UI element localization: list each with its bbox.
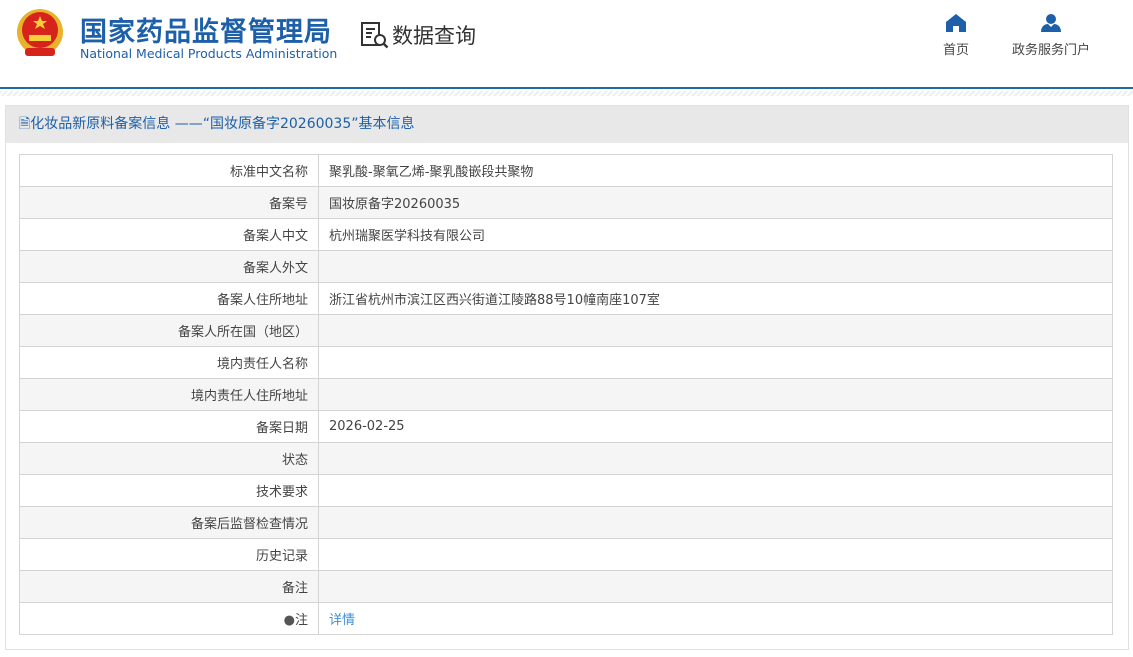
field-value: 杭州瑞聚医学科技有限公司 xyxy=(318,218,1113,251)
data-query-text: 数据查询 xyxy=(392,24,476,48)
field-label: 历史记录 xyxy=(19,538,319,571)
field-label: 标准中文名称 xyxy=(19,154,319,187)
nav-home-label: 首页 xyxy=(943,43,970,58)
nav-service-portal[interactable]: 政务服务门户 xyxy=(1012,14,1090,58)
field-label: 备案日期 xyxy=(19,410,319,443)
data-query-label: 数据查询 xyxy=(360,20,476,50)
field-value xyxy=(318,442,1113,475)
field-label: 备案人所在国（地区） xyxy=(19,314,319,347)
info-table: 标准中文名称 聚乳酸-聚氧乙烯-聚乳酸嵌段共聚物 备案号 国妆原备字20260035 备… xyxy=(19,154,1113,635)
table-row: 备案人外文 xyxy=(19,250,1113,283)
national-emblem-icon xyxy=(17,9,63,56)
table-row: 备案号 国妆原备字20260035 xyxy=(19,186,1113,219)
user-icon xyxy=(1041,14,1061,32)
field-label: 备案人外文 xyxy=(19,250,319,283)
table-row-note: ●注 详情 xyxy=(19,602,1113,635)
field-value xyxy=(318,570,1113,603)
field-label: 状态 xyxy=(19,442,319,475)
panel-title-text: 化妆品新原料备案信息 ——“国妆原备字20260035”基本信息 xyxy=(30,116,415,132)
field-value xyxy=(318,474,1113,507)
detail-panel: 🗎化妆品新原料备案信息 ——“国妆原备字20260035”基本信息 标准中文名称… xyxy=(5,105,1129,650)
field-label: 境内责任人名称 xyxy=(19,346,319,379)
field-label: 备案后监督检查情况 xyxy=(19,506,319,539)
site-title-cn: 国家药品监督管理局 xyxy=(80,17,332,48)
field-value xyxy=(318,250,1113,283)
site-title-en: National Medical Products Administration xyxy=(80,46,338,61)
table-row: 备案日期 2026-02-25 xyxy=(19,410,1113,443)
field-value xyxy=(318,378,1113,411)
table-row: 历史记录 xyxy=(19,538,1113,571)
field-label: 备案号 xyxy=(19,186,319,219)
panel-title: 🗎化妆品新原料备案信息 ——“国妆原备字20260035”基本信息 xyxy=(6,106,1128,143)
field-label: 备注 xyxy=(19,570,319,603)
nav-service-portal-label: 政务服务门户 xyxy=(1012,43,1091,58)
note-label-text: 注 xyxy=(294,613,308,628)
nav-home[interactable]: 首页 xyxy=(943,14,969,58)
details-link[interactable]: 详情 xyxy=(329,613,355,628)
field-value xyxy=(318,346,1113,379)
table-row: 标准中文名称 聚乳酸-聚氧乙烯-聚乳酸嵌段共聚物 xyxy=(19,154,1113,187)
field-value: 国妆原备字20260035 xyxy=(318,186,1113,219)
table-row: 备案人所在国（地区） xyxy=(19,314,1113,347)
note-label: ●注 xyxy=(19,602,319,635)
table-row: 技术要求 xyxy=(19,474,1113,507)
table-row: 境内责任人住所地址 xyxy=(19,378,1113,411)
home-icon xyxy=(946,14,966,32)
document-search-icon xyxy=(361,22,389,49)
lightbulb-icon: ● xyxy=(283,613,295,628)
document-icon: 🗎 xyxy=(19,116,31,132)
field-label: 境内责任人住所地址 xyxy=(19,378,319,411)
table-row: 备案后监督检查情况 xyxy=(19,506,1113,539)
field-value xyxy=(318,314,1113,347)
table-row: 状态 xyxy=(19,442,1113,475)
field-value xyxy=(318,506,1113,539)
table-row: 备案人住所地址 浙江省杭州市滨江区西兴街道江陵路88号10幢南座107室 xyxy=(19,282,1113,315)
site-header: 国家药品监督管理局 National Medical Products Admi… xyxy=(0,0,1133,89)
field-label: 备案人住所地址 xyxy=(19,282,319,315)
field-value: 聚乳酸-聚氧乙烯-聚乳酸嵌段共聚物 xyxy=(318,154,1113,187)
field-label: 技术要求 xyxy=(19,474,319,507)
field-label: 备案人中文 xyxy=(19,218,319,251)
field-value: 2026-02-25 xyxy=(318,410,1113,443)
table-row: 境内责任人名称 xyxy=(19,346,1113,379)
field-value xyxy=(318,538,1113,571)
table-row: 备注 xyxy=(19,570,1113,603)
table-row: 备案人中文 杭州瑞聚医学科技有限公司 xyxy=(19,218,1113,251)
note-value: 详情 xyxy=(318,602,1113,635)
header-divider xyxy=(0,91,1133,96)
field-value: 浙江省杭州市滨江区西兴街道江陵路88号10幢南座107室 xyxy=(318,282,1113,315)
